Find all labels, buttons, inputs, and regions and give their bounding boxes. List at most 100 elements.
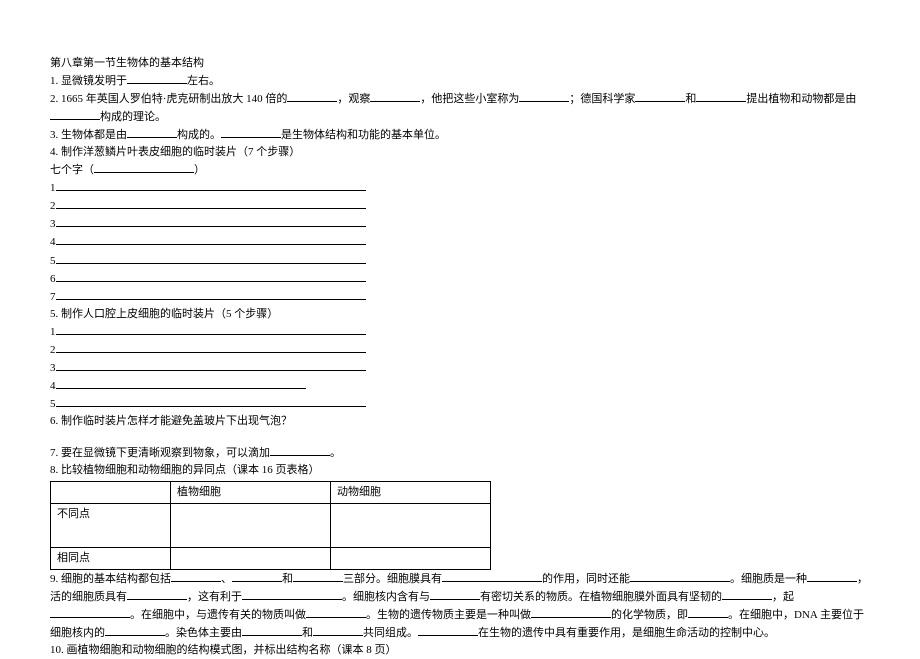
- q5-step-5: 5: [50, 395, 870, 413]
- table-cell: [331, 548, 491, 570]
- table-row-same: 相同点: [51, 548, 491, 570]
- question-1: 1. 显微镜发明于左右。: [50, 72, 870, 90]
- q4-step-7: 7: [50, 288, 870, 306]
- q9-p2: 、: [221, 573, 232, 585]
- question-8-title: 8. 比较植物细胞和动物细胞的异同点（课本 16 页表格）: [50, 462, 870, 479]
- blank: [370, 90, 420, 102]
- blank-line: [56, 215, 366, 227]
- question-4-seven: 七个字（）: [50, 161, 870, 179]
- q9-p16: 。染色体主要由: [165, 627, 242, 639]
- blank: [242, 624, 302, 636]
- blank: [430, 588, 480, 600]
- blank: [635, 90, 685, 102]
- blank-line: [56, 359, 366, 371]
- blank: [127, 588, 187, 600]
- q9-p8: ，这有利于: [187, 591, 242, 603]
- question-9: 9. 细胞的基本结构都包括、和三部分。细胞膜具有的作用，同时还能。细胞质是一种，…: [50, 570, 870, 642]
- q9-p11: ，起: [772, 591, 794, 603]
- table-row-header: 植物细胞 动物细胞: [51, 482, 491, 504]
- q2-p2: ，观察: [337, 93, 370, 105]
- q3-p1: 3. 生物体都是由: [50, 129, 127, 141]
- document-body: 第八章第一节生物体的基本结构 1. 显微镜发明于左右。 2. 1665 年英国人…: [50, 55, 870, 659]
- q1-prefix: 1. 显微镜发明于: [50, 75, 127, 87]
- blank: [696, 90, 746, 102]
- blank: [519, 90, 569, 102]
- blank: [306, 606, 366, 618]
- q7-p2: 。: [330, 447, 341, 459]
- q2-p5: 和: [685, 93, 696, 105]
- table-cell-same-label: 相同点: [51, 548, 171, 570]
- blank-line: [56, 288, 366, 300]
- blank: [418, 624, 478, 636]
- table-cell-diff-label: 不同点: [51, 504, 171, 548]
- q5-step-4: 4: [50, 377, 870, 395]
- comparison-table: 植物细胞 动物细胞 不同点 相同点: [50, 481, 491, 570]
- blank: [688, 606, 728, 618]
- q9-p1: 9. 细胞的基本结构都包括: [50, 573, 171, 585]
- q9-p10: 有密切关系的物质。在植物细胞膜外面具有坚韧的: [480, 591, 722, 603]
- q9-p14: 的化学物质，即: [611, 609, 688, 621]
- blank-line: [56, 179, 366, 191]
- q4-seven: 七个字（: [50, 164, 94, 176]
- q4-step-5: 5: [50, 252, 870, 270]
- blank: [50, 606, 130, 618]
- blank: [531, 606, 611, 618]
- blank: [221, 126, 281, 138]
- question-7: 7. 要在显微镜下更清晰观察到物象，可以滴加。: [50, 444, 870, 462]
- question-2: 2. 1665 年英国人罗伯特·虎克研制出放大 140 倍的 ，观察 ，他把这些小室…: [50, 90, 870, 126]
- question-6: 6. 制作临时装片怎样才能避免盖玻片下出现气泡？: [50, 413, 870, 430]
- chapter-title: 第八章第一节生物体的基本结构: [50, 55, 870, 72]
- q3-p2: 构成的。: [177, 129, 221, 141]
- blank: [242, 588, 342, 600]
- blank: [293, 570, 343, 582]
- q9-p19: 在生物的遗传中具有重要作用，是细胞生命活动的控制中心。: [478, 627, 775, 639]
- q2-p3: ，他把这些小室称为: [420, 93, 519, 105]
- blank: [313, 624, 363, 636]
- q4-step-2: 2: [50, 197, 870, 215]
- table-cell: [171, 504, 331, 548]
- blank: [807, 570, 857, 582]
- question-3: 3. 生物体都是由 构成的。 是生物体结构和功能的基本单位。: [50, 126, 870, 144]
- blank-line: [56, 377, 306, 389]
- table-cell-empty: [51, 482, 171, 504]
- blank: [127, 72, 187, 84]
- q2-p1: 2. 1665 年英国人罗伯特·虎克研制出放大 140 倍的: [50, 93, 287, 105]
- q9-p13: 。生物的遗传物质主要是一种叫做: [366, 609, 531, 621]
- table-cell-animal: 动物细胞: [331, 482, 491, 504]
- q9-p12: 。在细胞中，与遗传有关的物质叫做: [130, 609, 306, 621]
- q9-p6: 。细胞质是一种: [730, 573, 807, 585]
- blank: [270, 444, 330, 456]
- q9-p18: 共同组成。: [363, 627, 418, 639]
- q2-p6: 提出植物和动物都是由: [746, 93, 856, 105]
- q5-step-1: 1: [50, 323, 870, 341]
- blank: [442, 570, 542, 582]
- q2-p4: ；德国科学家: [569, 93, 635, 105]
- q9-p5: 的作用，同时还能: [542, 573, 630, 585]
- q9-p3: 和: [282, 573, 293, 585]
- blank-line: [56, 270, 366, 282]
- blank-line: [56, 323, 366, 335]
- blank: [171, 570, 221, 582]
- blank: [630, 570, 730, 582]
- question-5-title: 5. 制作人口腔上皮细胞的临时装片（5 个步骤）: [50, 306, 870, 323]
- spacer: [50, 430, 870, 444]
- q5-step-3: 3: [50, 359, 870, 377]
- question-4-title: 4. 制作洋葱鳞片叶表皮细胞的临时装片（7 个步骤）: [50, 144, 870, 161]
- blank: [722, 588, 772, 600]
- blank: [127, 126, 177, 138]
- table-cell: [171, 548, 331, 570]
- table-cell: [331, 504, 491, 548]
- blank-line: [56, 197, 366, 209]
- blank: [50, 108, 100, 120]
- blank-line: [56, 233, 366, 245]
- question-10: 10. 画植物细胞和动物细胞的结构模式图，并标出结构名称（课本 8 页）: [50, 642, 870, 659]
- q4-step-6: 6: [50, 270, 870, 288]
- blank: [94, 161, 194, 173]
- q9-p17: 和: [302, 627, 313, 639]
- q3-p3: 是生物体结构和功能的基本单位。: [281, 129, 446, 141]
- q4-step-3: 3: [50, 215, 870, 233]
- q2-p7: 构成的理论。: [100, 111, 166, 123]
- blank: [287, 90, 337, 102]
- blank: [232, 570, 282, 582]
- q4-step-1: 1: [50, 179, 870, 197]
